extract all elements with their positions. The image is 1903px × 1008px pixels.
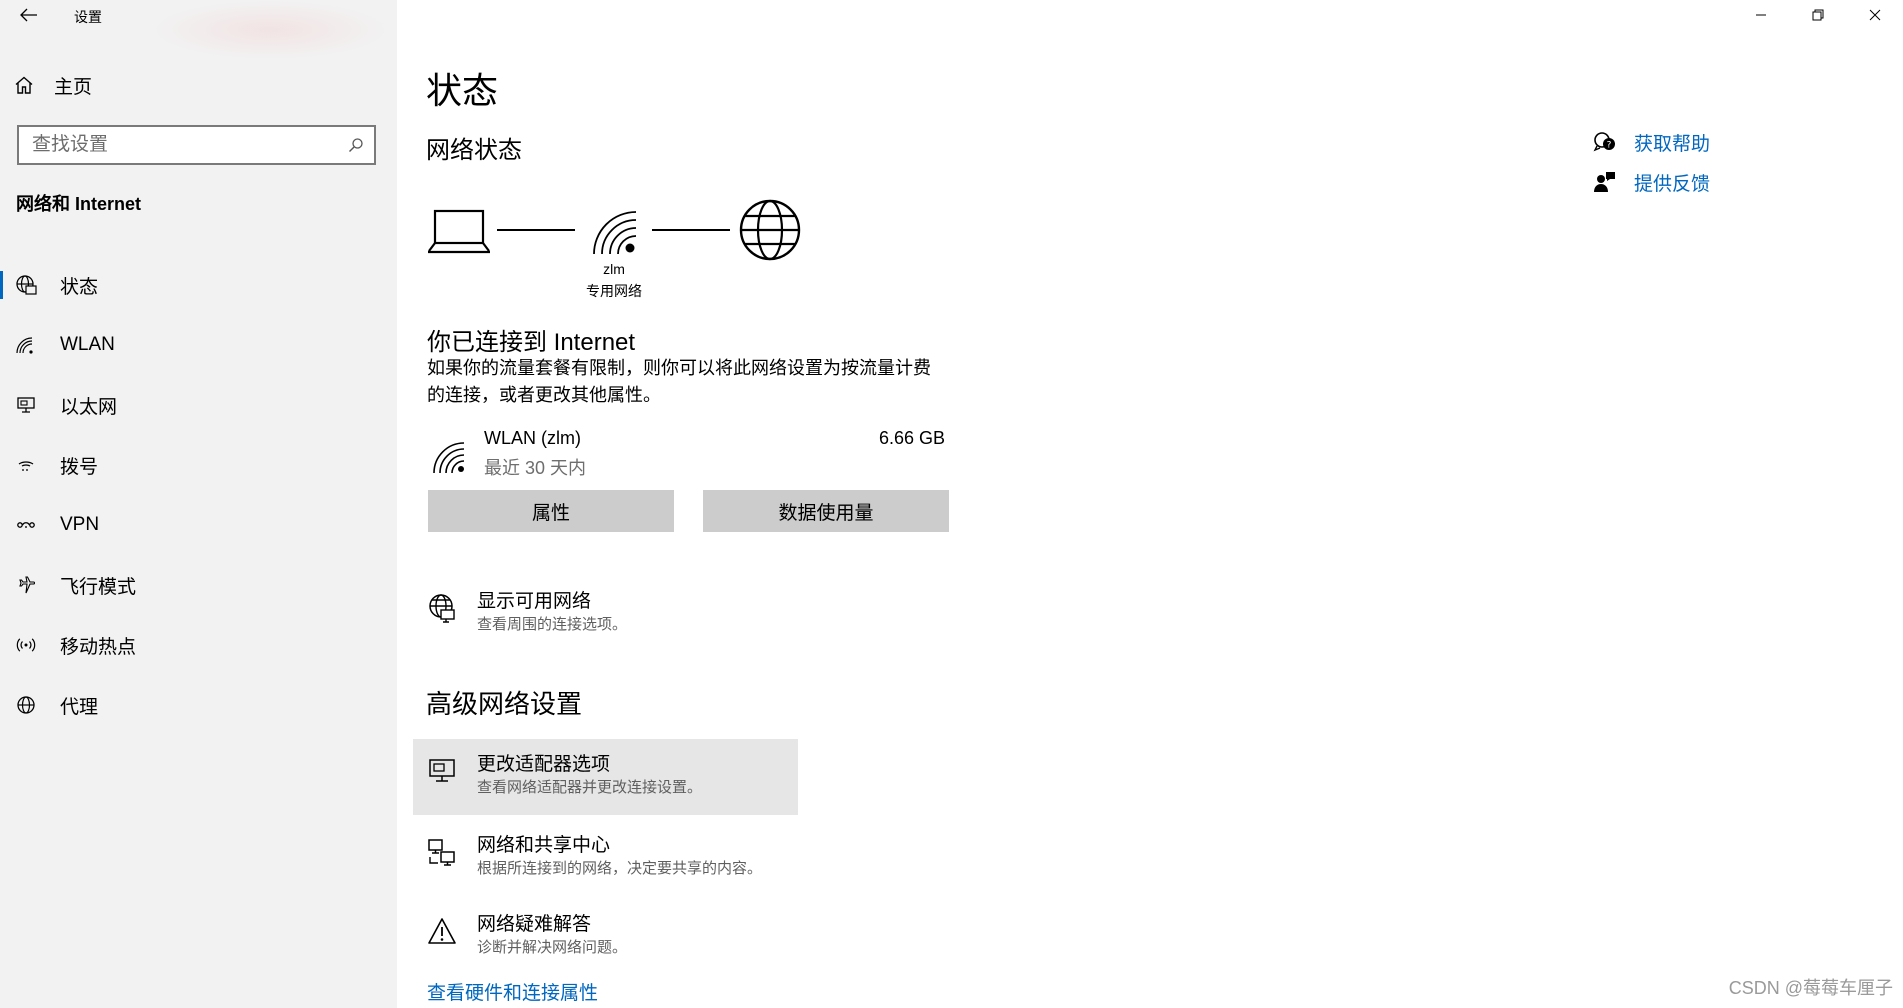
watermark: CSDN @莓莓车厘子 (1728, 978, 1893, 998)
sidebar-item-label: 以太网 (60, 396, 118, 418)
app-title: 设置 (74, 9, 102, 25)
section-title: 网络和 Internet (16, 194, 142, 214)
adapter-title: 更改适配器选项 (477, 754, 611, 775)
advanced-settings-heading: 高级网络设置 (426, 689, 583, 719)
network-troubleshooter[interactable]: 网络疑难解答 诊断并解决网络问题。 (426, 913, 627, 959)
main-content: 状态 网络状态 zlm 专用网络 你已连接到 Internet 如果你的流量套餐… (397, 0, 1903, 1008)
sidebar-item-status[interactable]: 状态 (0, 255, 397, 315)
wifi-connection-icon (433, 442, 465, 474)
sidebar-item-label: 移动热点 (60, 636, 137, 658)
network-type: 专用网络 (586, 283, 642, 299)
connected-heading: 你已连接到 Internet (427, 329, 636, 356)
sharing-subtitle: 根据所连接到的网络，决定要共享的内容。 (477, 860, 763, 877)
show-available-subtitle: 查看周围的连接选项。 (477, 616, 628, 633)
page-title: 状态 (426, 70, 499, 111)
proxy-globe-icon (14, 693, 38, 717)
search-input[interactable] (32, 134, 348, 156)
troubleshoot-subtitle: 诊断并解决网络问题。 (477, 939, 628, 956)
sidebar-item-wlan[interactable]: WLAN (0, 315, 397, 375)
show-available-networks[interactable]: 显示可用网络 查看周围的连接选项。 (426, 590, 627, 636)
network-diagram: zlm 专用网络 (427, 195, 827, 305)
close-button[interactable] (1846, 0, 1903, 30)
sidebar-item-proxy[interactable]: 代理 (0, 675, 397, 735)
show-available-title: 显示可用网络 (477, 591, 592, 612)
airplane-icon (14, 573, 38, 597)
back-arrow-icon (20, 8, 37, 22)
network-status-heading: 网络状态 (426, 137, 522, 164)
feedback-link[interactable]: 提供反馈 (1593, 162, 1710, 202)
connected-description: 如果你的流量套餐有限制，则你可以将此网络设置为按流量计费的连接，或者更改其他属性… (427, 358, 931, 405)
close-icon (1869, 9, 1880, 21)
get-help-link[interactable]: ? 获取帮助 (1593, 122, 1710, 162)
troubleshoot-title: 网络疑难解答 (477, 914, 592, 935)
warning-triangle-icon (426, 915, 458, 947)
adapter-monitor-icon (426, 755, 458, 787)
home-link[interactable]: 主页 (14, 70, 92, 100)
data-usage-button[interactable]: 数据使用量 (703, 490, 949, 532)
help-panel: ? 获取帮助 提供反馈 (1593, 122, 1710, 202)
internet-globe-icon (739, 199, 801, 261)
hardware-properties-link[interactable]: 查看硬件和连接属性 (427, 978, 598, 1005)
window-controls (1732, 0, 1903, 30)
sidebar-item-dialup[interactable]: 拨号 (0, 435, 397, 495)
title-glow (150, 0, 390, 60)
globe-status-icon (14, 273, 38, 297)
minimize-button[interactable] (1732, 0, 1789, 30)
connector-line (652, 229, 730, 231)
sidebar-item-hotspot[interactable]: 移动热点 (0, 615, 397, 675)
wifi-signal-icon (593, 211, 637, 255)
sidebar-item-label: 飞行模式 (60, 576, 137, 598)
properties-button[interactable]: 属性 (428, 490, 674, 532)
sharing-center-icon (426, 836, 458, 868)
sidebar-item-label: WLAN (60, 334, 115, 355)
get-help-label: 获取帮助 (1634, 133, 1711, 155)
connection-name: WLAN (zlm) (484, 428, 581, 448)
globe-network-icon (426, 592, 458, 624)
sidebar: 设置 主页 网络和 Internet 状态 WLAN (0, 0, 397, 1008)
wifi-icon (14, 333, 38, 357)
search-box[interactable] (17, 125, 376, 165)
connection-usage: 6.66 GB (878, 428, 945, 448)
sidebar-item-ethernet[interactable]: 以太网 (0, 375, 397, 435)
vpn-icon (14, 513, 38, 537)
sidebar-item-airplane[interactable]: 飞行模式 (0, 555, 397, 615)
minimize-icon (1755, 14, 1766, 16)
connection-period: 最近 30 天内 (484, 458, 587, 478)
home-label: 主页 (54, 76, 93, 98)
svg-text:?: ? (1607, 141, 1612, 151)
sidebar-item-vpn[interactable]: VPN (0, 495, 397, 555)
hotspot-icon (14, 633, 38, 657)
wlan-connection-row: WLAN (zlm) 最近 30 天内 6.66 GB (427, 425, 945, 481)
ethernet-icon (14, 393, 38, 417)
search-icon[interactable] (348, 137, 364, 153)
restore-button[interactable] (1789, 0, 1846, 30)
back-button[interactable] (14, 2, 44, 28)
dialup-icon (14, 453, 38, 477)
sidebar-item-label: 代理 (60, 696, 99, 718)
feedback-label: 提供反馈 (1634, 173, 1711, 195)
laptop-icon (428, 209, 490, 254)
sidebar-nav: 状态 WLAN 以太网 拨号 VPN 飞行模式 移动热点 代理 (0, 255, 397, 735)
restore-icon (1812, 9, 1823, 21)
feedback-person-icon (1593, 170, 1617, 194)
help-chat-icon: ? (1593, 130, 1617, 154)
adapter-subtitle: 查看网络适配器并更改连接设置。 (477, 779, 703, 796)
sidebar-item-label: 状态 (60, 276, 99, 298)
home-icon (15, 76, 33, 94)
network-sharing-center[interactable]: 网络和共享中心 根据所连接到的网络，决定要共享的内容。 (426, 834, 762, 880)
sidebar-item-label: 拨号 (60, 456, 99, 478)
sharing-title: 网络和共享中心 (477, 835, 611, 856)
sidebar-item-label: VPN (60, 514, 100, 535)
connector-line (497, 229, 575, 231)
network-name: zlm (603, 261, 625, 277)
change-adapter-options[interactable]: 更改适配器选项 查看网络适配器并更改连接设置。 (413, 739, 798, 815)
